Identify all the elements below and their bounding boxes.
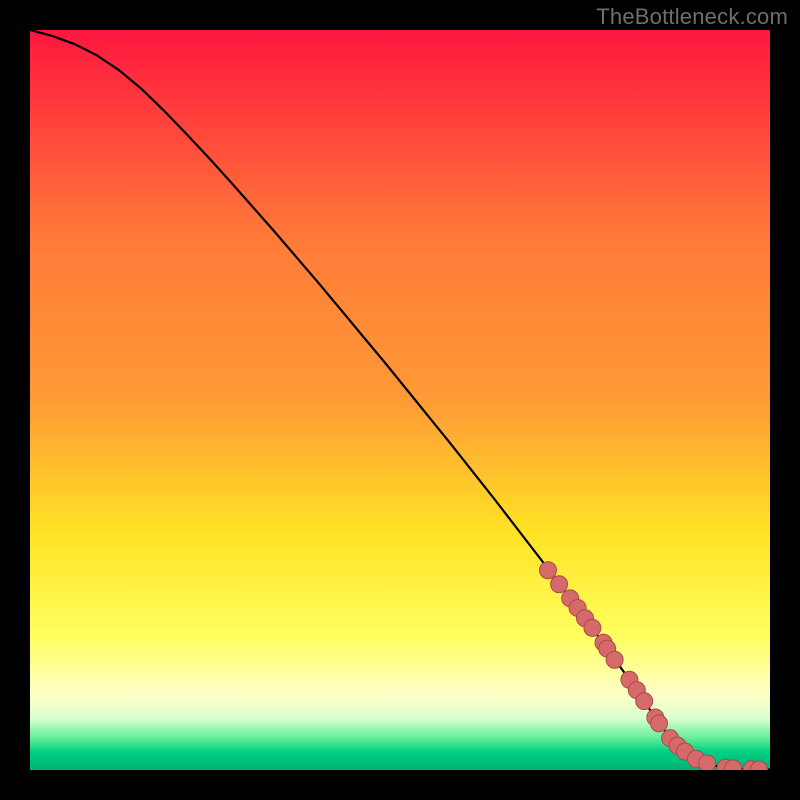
data-point <box>699 755 716 770</box>
data-point <box>636 693 653 710</box>
gradient-background <box>30 30 770 770</box>
data-point <box>584 619 601 636</box>
chart-plot <box>30 30 770 770</box>
data-point <box>551 576 568 593</box>
attribution-label: TheBottleneck.com <box>596 4 788 30</box>
data-point <box>606 651 623 668</box>
chart-frame: TheBottleneck.com <box>0 0 800 800</box>
data-point <box>651 715 668 732</box>
data-point <box>540 562 557 579</box>
